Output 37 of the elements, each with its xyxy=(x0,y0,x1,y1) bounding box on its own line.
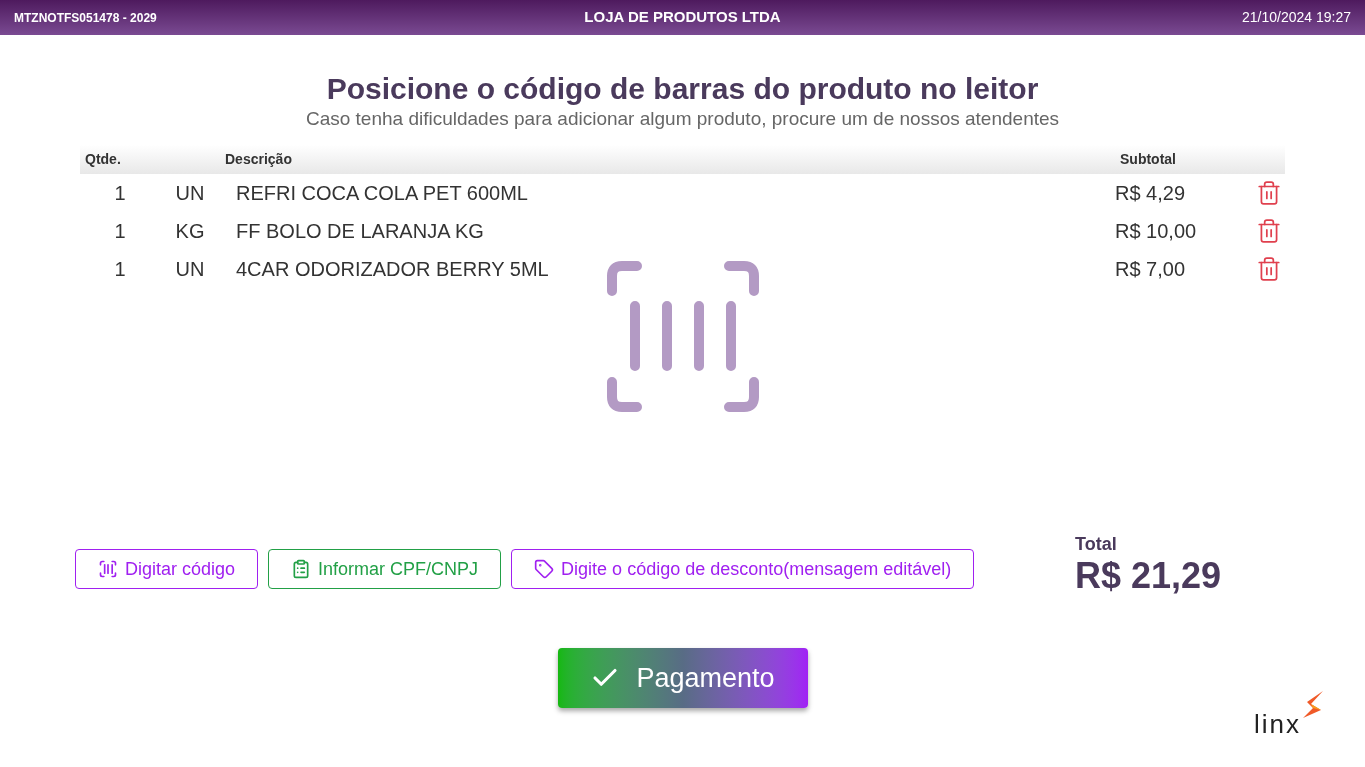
barcode-icon xyxy=(98,559,118,579)
trash-icon xyxy=(1256,256,1282,282)
terminal-id: MTZNOTFS051478 - 2029 xyxy=(14,9,158,27)
action-button[interactable]: Digitar código xyxy=(75,549,259,589)
unit-cell-text: KG xyxy=(174,219,206,244)
description-cell-text: REFRI COCA COLA PET 600ML xyxy=(235,181,529,206)
action-button[interactable]: Digite o código de desconto(mensagem editável) xyxy=(511,549,975,589)
description-cell-text: 4CAR ODORIZADOR BERRY 5ML xyxy=(235,257,550,282)
tag-icon xyxy=(534,559,555,579)
date-time: 21/10/2024 19:27 xyxy=(1241,8,1351,27)
subtotal-cell-text: R$ 4,29 xyxy=(1115,181,1187,206)
subtotal-cell-text: R$ 7,00 xyxy=(1115,257,1187,282)
trash-icon xyxy=(1256,218,1282,244)
quantity-cell-text: 1 xyxy=(113,181,127,206)
store-name: LOJA DE PRODUTOS LTDA xyxy=(584,7,781,28)
subtotal-cell-text: R$ 10,00 xyxy=(1115,219,1198,244)
unit-cell-text: UN xyxy=(174,181,206,206)
trash-icon xyxy=(1256,180,1282,206)
payment-button[interactable]: Pagamento xyxy=(557,648,808,708)
page-title: Posicione o código de barras do produto no leitor xyxy=(326,71,1039,107)
action-button[interactable]: Informar CPF/CNPJ xyxy=(268,549,502,589)
delete-button[interactable] xyxy=(1255,256,1283,282)
column-header: Qtde. xyxy=(84,150,122,169)
clipboard-icon xyxy=(291,559,312,579)
brand-logo: linx xyxy=(1254,690,1325,738)
column-header: Subtotal xyxy=(1120,150,1177,169)
total-label: Total xyxy=(1075,534,1118,554)
description-cell-text: FF BOLO DE LARANJA KG xyxy=(235,219,485,244)
page-subtitle: Caso tenha dificuldades para adicionar algum produto, procure um de nossos atendentes xyxy=(305,107,1060,131)
delete-button[interactable] xyxy=(1255,180,1283,206)
scanner-icon xyxy=(607,261,759,412)
delete-button[interactable] xyxy=(1255,218,1283,244)
quantity-cell-text: 1 xyxy=(113,257,127,282)
total-value: R$ 21,29 xyxy=(1075,554,1223,598)
quantity-cell-text: 1 xyxy=(113,219,127,244)
unit-cell-text: UN xyxy=(174,257,206,282)
column-header: Descrição xyxy=(225,150,293,169)
